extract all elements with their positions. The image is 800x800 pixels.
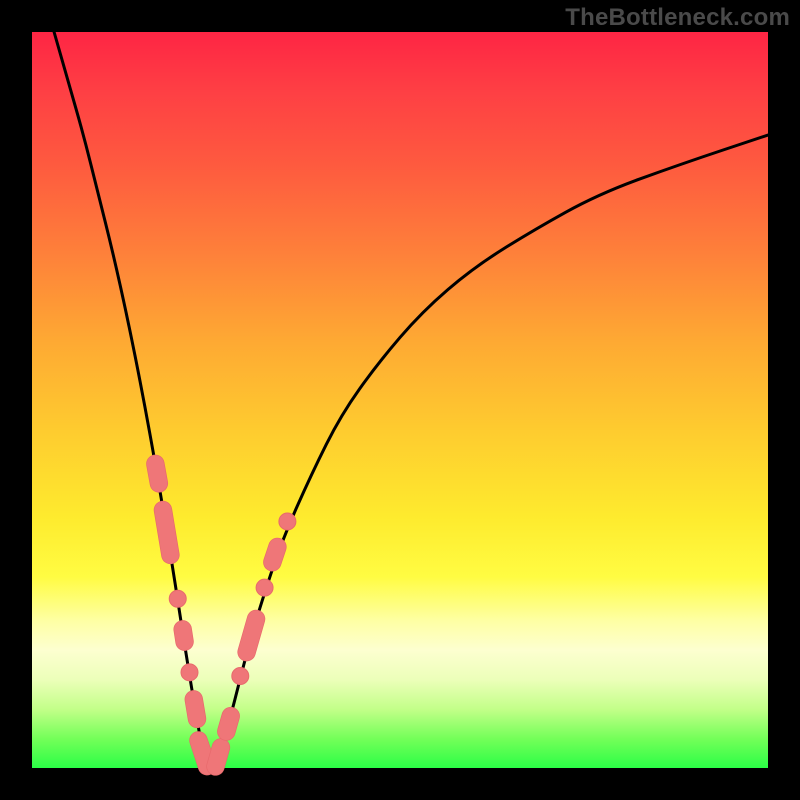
marker-pill bbox=[163, 510, 170, 555]
markers-group bbox=[155, 464, 296, 767]
marker-pill bbox=[155, 464, 159, 483]
marker-dot bbox=[169, 590, 186, 607]
marker-dot bbox=[232, 668, 249, 685]
marker-pill bbox=[247, 619, 256, 652]
marker-pill bbox=[183, 629, 185, 641]
marker-pill bbox=[215, 747, 220, 766]
marker-dot bbox=[256, 579, 273, 596]
curve-group bbox=[54, 32, 768, 768]
chart-svg bbox=[32, 32, 768, 768]
marker-pill bbox=[226, 716, 230, 732]
bottleneck-curve-path bbox=[54, 32, 768, 768]
marker-pill bbox=[272, 547, 277, 562]
marker-dot bbox=[181, 664, 198, 681]
marker-pill bbox=[194, 699, 197, 719]
marker-dot bbox=[279, 513, 296, 530]
marker-pill bbox=[198, 740, 207, 766]
attribution-text: TheBottleneck.com bbox=[565, 4, 790, 32]
bottleneck-chart bbox=[32, 32, 768, 768]
